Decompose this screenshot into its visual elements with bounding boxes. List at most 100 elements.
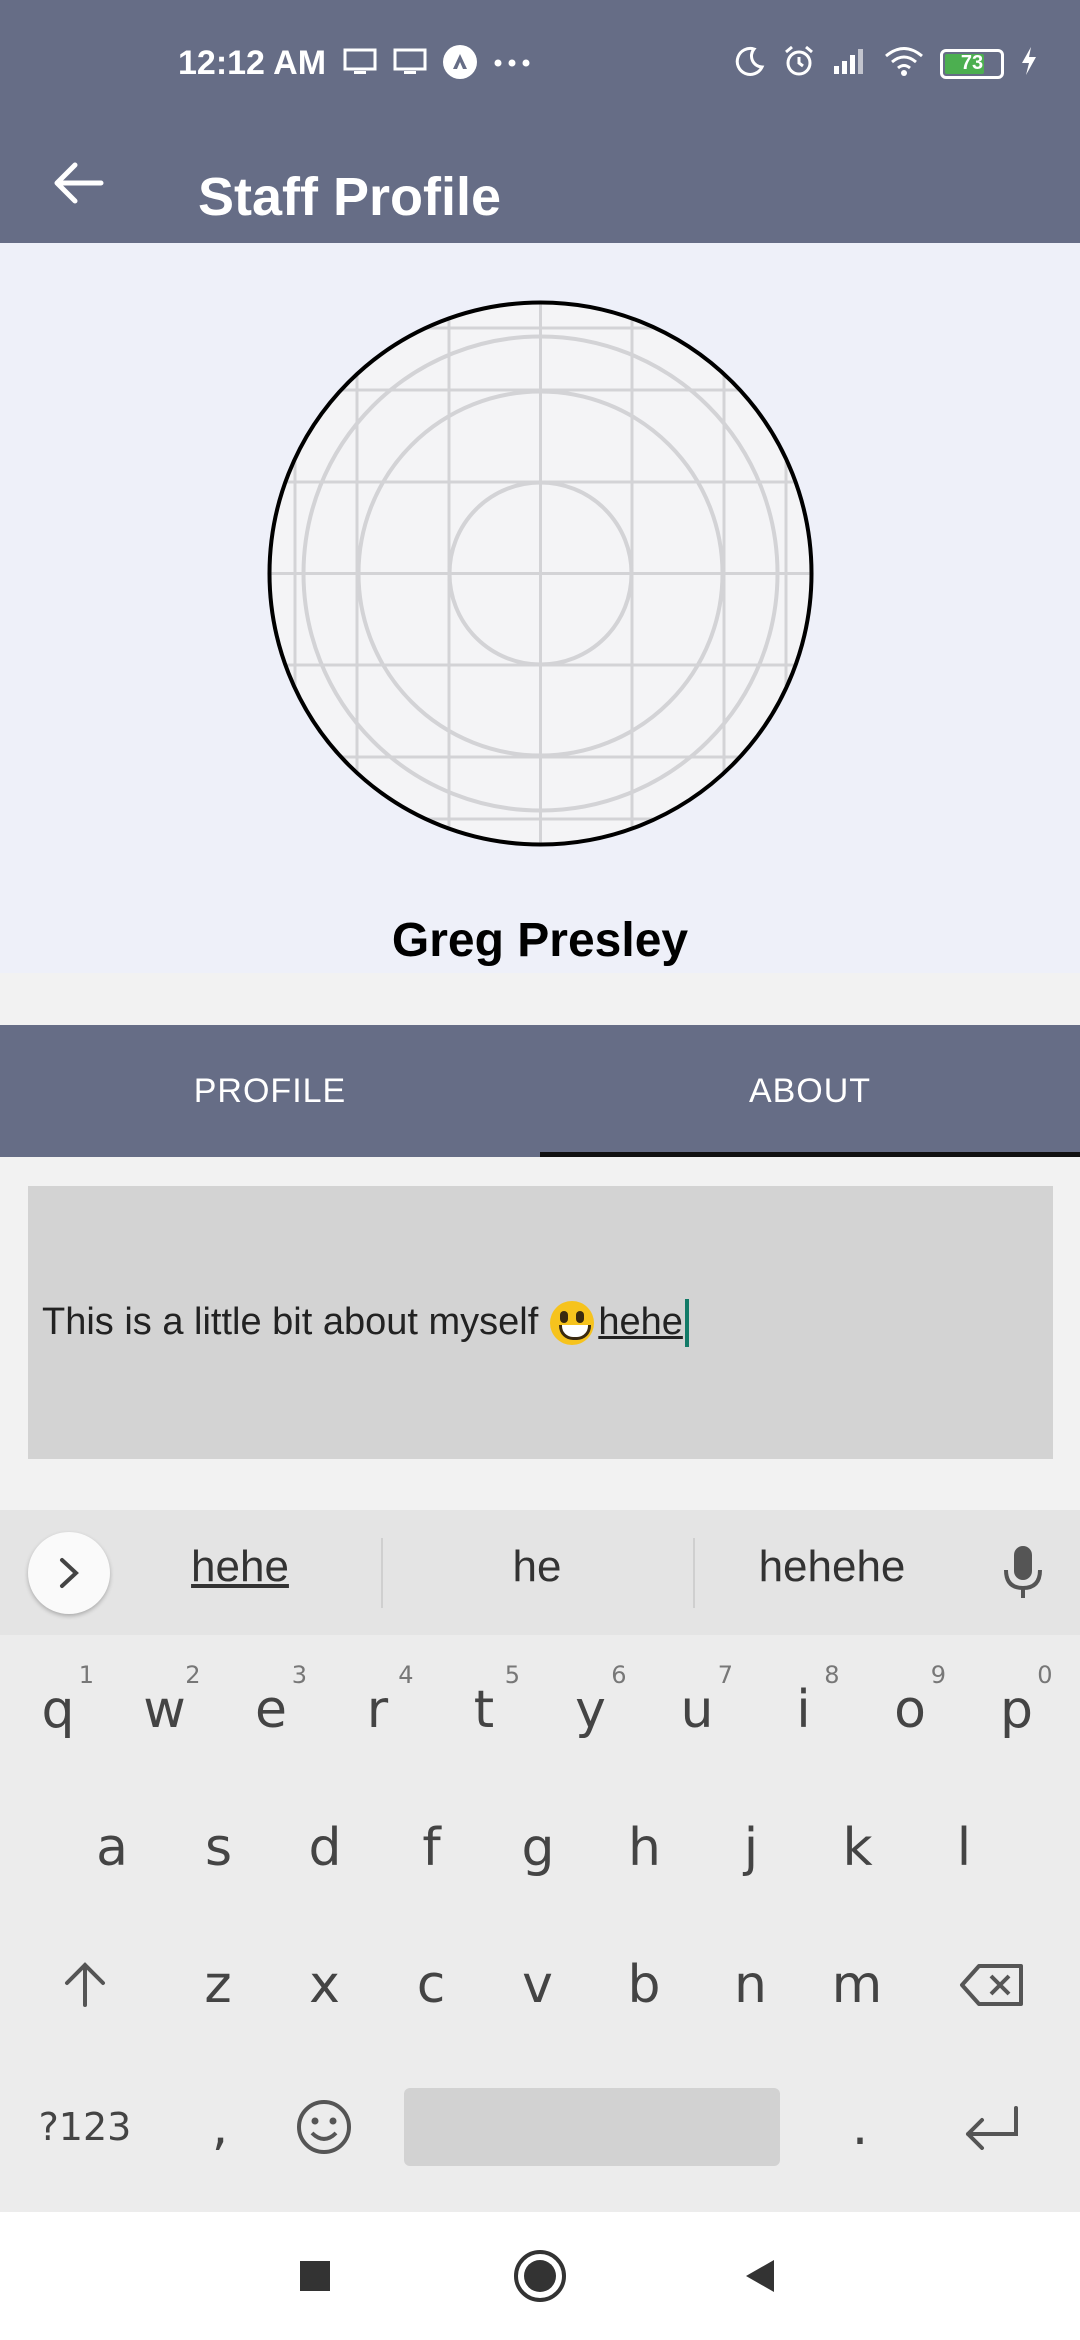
monitor-icon [392, 47, 428, 82]
key-hint: 2 [185, 1661, 201, 1689]
enter-icon [966, 2106, 1018, 2150]
enter-key[interactable] [942, 2072, 1042, 2182]
home-button[interactable] [508, 2244, 572, 2308]
app-notification-icon [442, 44, 478, 85]
key-c[interactable]: c [381, 1930, 481, 2040]
key-u[interactable]: u7 [647, 1655, 747, 1765]
more-dots-icon [492, 56, 532, 74]
status-notification-icons [342, 44, 532, 85]
back-button[interactable] [44, 148, 114, 218]
suggestion-1[interactable]: hehe [110, 1542, 370, 1592]
chevron-right-icon [60, 1558, 79, 1588]
key-hint: 4 [398, 1661, 414, 1689]
placeholder-circle-icon [267, 300, 814, 847]
key-label: o [894, 1680, 926, 1740]
key-m[interactable]: m [807, 1930, 907, 2040]
suggestion-3[interactable]: hehehe [702, 1542, 962, 1592]
key-g[interactable]: g [488, 1793, 588, 1903]
key-v[interactable]: v [488, 1930, 588, 2040]
alarm-icon [782, 44, 816, 83]
page-title: Staff Profile [198, 167, 502, 227]
symbols-key[interactable]: ?123 [35, 2072, 135, 2182]
key-x[interactable]: x [275, 1930, 375, 2040]
period-key[interactable]: . [810, 2072, 910, 2182]
key-s[interactable]: s [169, 1793, 269, 1903]
emoji-key[interactable] [274, 2072, 374, 2182]
key-a[interactable]: a [62, 1793, 162, 1903]
key-p[interactable]: p0 [967, 1655, 1067, 1765]
key-hint: 1 [78, 1661, 94, 1689]
status-bar: 12:12 AM 73 [0, 0, 1080, 130]
tab-profile[interactable]: PROFILE [0, 1025, 540, 1157]
status-system-icons: 73 [734, 44, 1038, 83]
key-hint: 7 [717, 1661, 733, 1689]
shift-key[interactable] [35, 1930, 135, 2040]
expand-toolbar-button[interactable] [28, 1532, 110, 1614]
system-nav-bar [0, 2212, 1080, 2340]
space-key[interactable] [404, 2088, 780, 2166]
suggestion-divider [381, 1538, 383, 1608]
smiley-icon [297, 2100, 351, 2154]
key-w[interactable]: w2 [115, 1655, 215, 1765]
key-y[interactable]: y6 [541, 1655, 641, 1765]
key-o[interactable]: o9 [860, 1655, 960, 1765]
key-hint: 3 [291, 1661, 307, 1689]
comma-key[interactable]: , [170, 2072, 270, 2182]
key-r[interactable]: r4 [328, 1655, 428, 1765]
text-cursor [684, 1298, 689, 1347]
status-time: 12:12 AM [178, 44, 327, 82]
about-text: This is a little bit about myself [42, 1301, 539, 1343]
key-n[interactable]: n [701, 1930, 801, 2040]
key-k[interactable]: k [808, 1793, 908, 1903]
key-t[interactable]: t5 [434, 1655, 534, 1765]
suggestion-2[interactable]: he [407, 1542, 667, 1592]
key-label: r [366, 1680, 389, 1740]
triangle-back-icon [746, 2260, 774, 2292]
key-z[interactable]: z [168, 1930, 268, 2040]
suggestion-strip: hehe he hehehe [0, 1510, 1080, 1635]
moon-icon [734, 45, 766, 82]
key-label: q [41, 1680, 75, 1740]
key-hint: 0 [1037, 1661, 1053, 1689]
battery-level-text: 73 [960, 52, 984, 74]
signal-icon [832, 46, 868, 81]
tab-about[interactable]: ABOUT [540, 1025, 1080, 1157]
key-b[interactable]: b [594, 1930, 694, 2040]
shift-arrow-icon [65, 1962, 105, 2007]
backspace-key[interactable] [942, 1930, 1042, 2040]
key-label: t [473, 1680, 495, 1740]
square-icon [300, 2261, 330, 2291]
key-j[interactable]: j [701, 1793, 801, 1903]
key-label: y [575, 1680, 606, 1740]
profile-name: Greg Presley [391, 914, 689, 967]
smiley-emoji-icon [550, 1300, 595, 1345]
key-d[interactable]: d [275, 1793, 375, 1903]
key-q[interactable]: q1 [8, 1655, 108, 1765]
key-label: p [999, 1680, 1033, 1740]
avatar[interactable] [267, 300, 814, 847]
suggestion-divider [693, 1538, 695, 1608]
wifi-icon [884, 46, 924, 81]
profile-header: Greg Presley [0, 243, 1080, 973]
about-text-field[interactable]: This is a little bit about myself hehe [28, 1186, 1053, 1459]
app-bar: Staff Profile [0, 130, 1080, 243]
tab-bar: PROFILE ABOUT [0, 1025, 1080, 1157]
composing-text: hehe [598, 1301, 683, 1343]
backspace-icon [960, 1964, 1023, 2006]
key-hint: 5 [504, 1661, 520, 1689]
key-label: u [680, 1680, 714, 1740]
mic-button[interactable] [1000, 1544, 1046, 1607]
key-hint: 6 [611, 1661, 627, 1689]
back-nav-button[interactable] [728, 2244, 792, 2308]
key-i[interactable]: i8 [754, 1655, 854, 1765]
home-circle-icon [514, 2250, 566, 2302]
key-hint: 8 [824, 1661, 840, 1689]
key-e[interactable]: e3 [221, 1655, 321, 1765]
key-hint: 9 [930, 1661, 946, 1689]
key-l[interactable]: l [914, 1793, 1014, 1903]
arrow-left-icon [54, 162, 104, 204]
recents-button[interactable] [283, 2244, 347, 2308]
key-h[interactable]: h [595, 1793, 695, 1903]
charging-icon [1020, 46, 1038, 81]
key-f[interactable]: f [382, 1793, 482, 1903]
